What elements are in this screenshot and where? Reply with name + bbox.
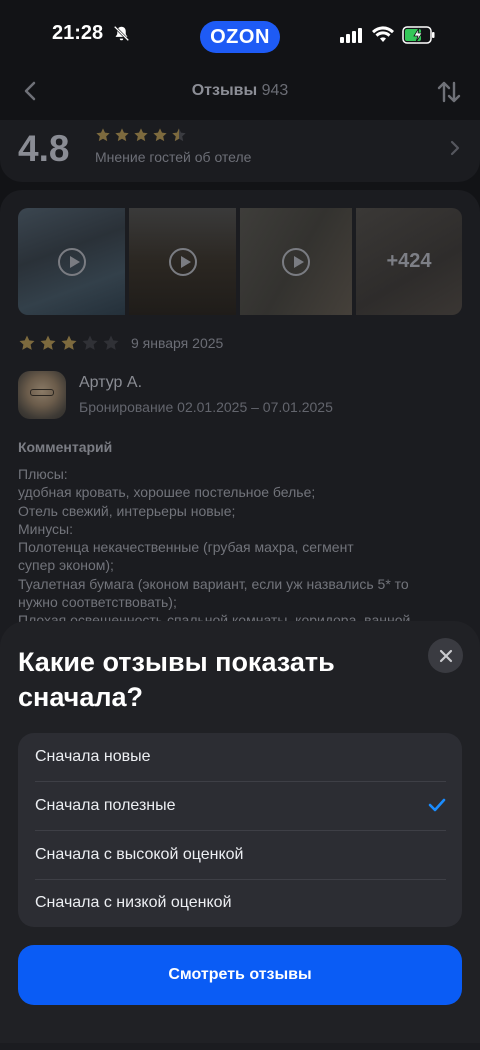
sort-option-label: Сначала с высокой оценкой xyxy=(35,846,244,863)
cellular-signal-icon xyxy=(340,28,362,43)
page-title: Отзывы 943 xyxy=(0,82,480,100)
rating-stars xyxy=(95,127,187,143)
sort-option-useful[interactable]: Сначала полезные xyxy=(35,782,446,830)
show-reviews-button-label: Смотреть отзывы xyxy=(168,966,312,983)
star-icon xyxy=(19,335,35,350)
sort-icon[interactable] xyxy=(436,79,462,105)
review-stars xyxy=(18,334,120,352)
status-time: 21:28 xyxy=(52,22,104,44)
wifi-icon xyxy=(372,26,394,42)
more-media-count: +424 xyxy=(386,250,432,272)
star-icon xyxy=(96,128,110,142)
checkmark-icon xyxy=(428,798,446,812)
review-comment: Плюсы: удобная кровать, хорошее постельн… xyxy=(18,466,411,623)
review-booking-dates: Бронирование 02.01.2025 – 07.01.2025 xyxy=(79,399,333,415)
close-icon xyxy=(439,649,452,662)
sort-option-label: Сначала новые xyxy=(35,748,151,765)
avatar xyxy=(18,371,66,419)
close-button[interactable] xyxy=(428,638,463,673)
sort-option-low-rating[interactable]: Сначала с низкой оценкой xyxy=(35,879,446,927)
chevron-right-icon[interactable] xyxy=(448,139,462,157)
reviews-count: 943 xyxy=(261,82,289,99)
star-empty-icon xyxy=(82,335,98,350)
show-reviews-button[interactable]: Смотреть отзывы xyxy=(18,945,462,1005)
avatar-glasses xyxy=(30,389,54,396)
star-icon xyxy=(115,128,129,142)
sort-option-newest[interactable]: Сначала новые xyxy=(35,733,446,781)
comment-heading: Комментарий xyxy=(18,439,113,455)
sort-options-list: Сначала новые Сначала полезные Сначала с… xyxy=(18,733,462,927)
bell-muted-icon xyxy=(113,25,130,42)
review-video-thumbnail[interactable] xyxy=(18,208,125,315)
rating-label: Мнение гостей об отеле xyxy=(95,149,252,165)
ozon-logo[interactable]: OZON xyxy=(200,21,280,53)
play-icon xyxy=(168,247,197,276)
more-media-thumbnail[interactable]: +424 xyxy=(356,208,462,315)
star-icon xyxy=(61,335,77,350)
sort-option-label: Сначала с низкой оценкой xyxy=(35,894,232,911)
review-video-thumbnail[interactable] xyxy=(240,208,352,315)
sort-option-label: Сначала полезные xyxy=(35,797,176,814)
review-media-strip: +424 xyxy=(18,208,462,315)
play-icon xyxy=(282,247,310,276)
page-title-text: Отзывы xyxy=(191,82,258,99)
play-icon xyxy=(57,247,86,276)
review-video-thumbnail[interactable] xyxy=(129,208,236,315)
sort-option-high-rating[interactable]: Сначала с высокой оценкой xyxy=(35,831,446,879)
review-date: 9 января 2025 xyxy=(131,335,224,351)
review-author: Артур А. xyxy=(79,374,143,391)
star-icon xyxy=(153,128,167,142)
star-empty-icon xyxy=(103,335,119,350)
star-icon xyxy=(134,128,148,142)
rating-score: 4.8 xyxy=(18,128,70,169)
star-half-icon xyxy=(172,128,186,142)
status-bar: 21:28 OZON xyxy=(0,0,480,72)
sheet-title: Какие отзывы показать сначала? xyxy=(18,647,335,712)
star-icon xyxy=(40,335,56,350)
ozon-logo-text: OZON xyxy=(210,25,270,48)
battery-charging-icon xyxy=(402,26,435,44)
